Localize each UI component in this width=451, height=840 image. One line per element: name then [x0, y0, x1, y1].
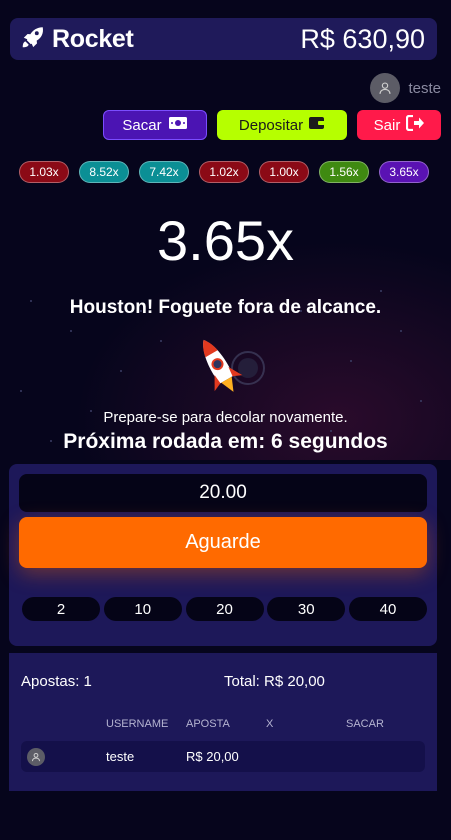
bet-amount-input[interactable] [19, 474, 427, 512]
quick-amount-button[interactable]: 20 [185, 597, 264, 621]
user-icon [27, 748, 45, 766]
prepare-text: Prepare-se para decolar novamente. [103, 409, 348, 426]
column-aposta: APOSTA [186, 718, 230, 730]
quick-amount-button[interactable]: 10 [103, 597, 182, 621]
round-message: Houston! Foguete fora de alcance. [69, 297, 382, 318]
bets-total: Total: R$ 20,00 [224, 673, 325, 690]
history-chip: 1.00x [259, 161, 309, 183]
multiplier-history: 1.03x 8.52x 7.42x 1.02x 1.00x 1.56x 3.65x [19, 161, 429, 183]
user-menu[interactable]: teste [370, 73, 441, 103]
deposit-button[interactable]: Depositar [217, 110, 347, 140]
column-sacar: SACAR [346, 718, 384, 730]
history-chip: 1.03x [19, 161, 69, 183]
bet-action-button[interactable]: Aguarde [19, 517, 427, 568]
withdraw-button[interactable]: Sacar [103, 110, 207, 140]
history-chip: 1.02x [199, 161, 249, 183]
quick-amount-button[interactable]: 2 [22, 597, 100, 621]
rocket-icon [20, 24, 46, 55]
quick-amount-button[interactable]: 40 [349, 597, 427, 621]
history-chip: 8.52x [79, 161, 129, 183]
username: teste [408, 79, 441, 97]
logout-label: Sair [373, 116, 401, 134]
account-actions: Sacar Depositar Sair [103, 110, 441, 140]
top-bar: Rocket R$ 630,90 [10, 18, 437, 60]
brand-name: Rocket [52, 24, 134, 53]
logout-button[interactable]: Sair [357, 110, 441, 140]
withdraw-label: Sacar [122, 116, 162, 134]
bets-count: Apostas: 1 [21, 673, 92, 690]
brand[interactable]: Rocket [20, 24, 134, 55]
balance: R$ 630,90 [300, 23, 425, 54]
column-x: X [266, 718, 274, 730]
user-icon [370, 73, 401, 103]
row-aposta: R$ 20,00 [186, 749, 239, 764]
quick-amounts: 2 10 20 30 40 [22, 597, 427, 621]
column-username: USERNAME [106, 718, 169, 730]
quick-amount-button[interactable]: 30 [267, 597, 346, 621]
history-chip: 7.42x [139, 161, 189, 183]
deposit-label: Depositar [238, 116, 304, 134]
logout-icon [406, 114, 425, 135]
money-icon [168, 116, 188, 134]
countdown-text: Próxima rodada em: 6 segundos [63, 430, 388, 453]
current-multiplier: 3.65x [157, 209, 294, 272]
row-username: teste [106, 749, 135, 764]
rocket-illustration [190, 330, 270, 400]
wallet-icon [309, 116, 326, 134]
history-chip: 1.56x [319, 161, 369, 183]
history-chip: 3.65x [379, 161, 429, 183]
